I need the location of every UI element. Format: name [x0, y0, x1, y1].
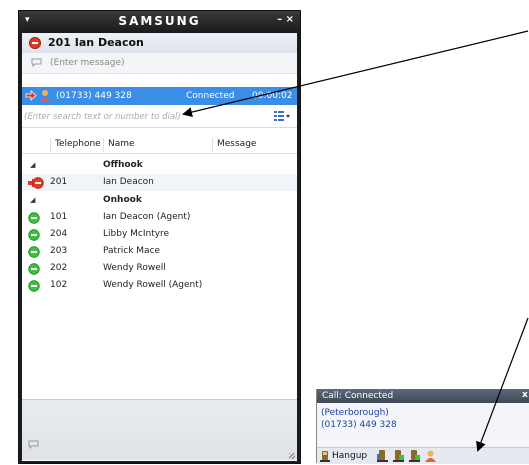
annotation-arrow [476, 317, 529, 452]
annotation-arrows [182, 30, 529, 452]
annotation-arrow [182, 30, 529, 117]
